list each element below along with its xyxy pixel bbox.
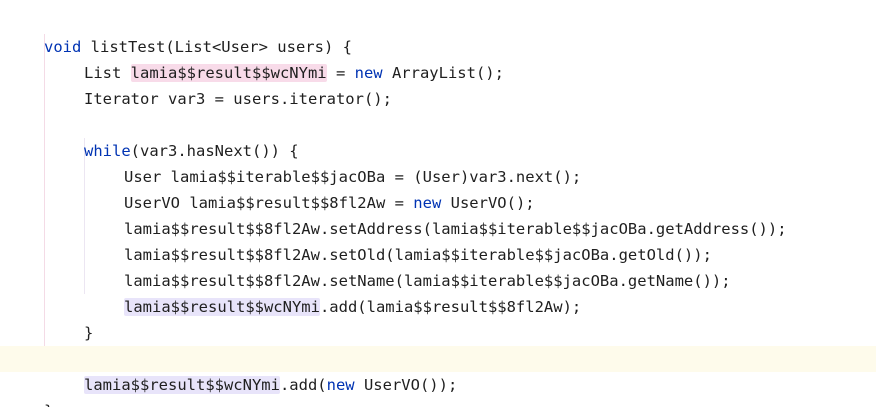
code-line-11: lamia$$result$$wcNYmi.add(lamia$$result$… — [0, 268, 876, 316]
closing-brace-method: } — [44, 398, 53, 407]
iterator-statement: Iterator var3 = users.iterator(); — [84, 90, 392, 108]
code-line-9: lamia$$result$$8fl2Aw.setOld(lamia$$iter… — [0, 216, 876, 264]
code-line-3: Iterator var3 = users.iterator(); — [0, 60, 876, 108]
code-line-5: while(var3.hasNext()) { — [0, 112, 876, 160]
code-line-15: } — [0, 372, 876, 407]
code-line-8: lamia$$result$$8fl2Aw.setAddress(lamia$$… — [0, 190, 876, 238]
code-line-2: List lamia$$result$$wcNYmi = new ArrayLi… — [0, 34, 876, 82]
code-line-14-current: lamia$$result$$wcNYmi.add(new UserVO()); — [0, 346, 876, 394]
code-line-10: lamia$$result$$8fl2Aw.setName(lamia$$ite… — [0, 242, 876, 290]
code-line-7: UserVO lamia$$result$$8fl2Aw = new UserV… — [0, 164, 876, 212]
closing-brace-while: } — [84, 324, 94, 342]
code-line-6: User lamia$$iterable$$jacOBa = (User)var… — [0, 138, 876, 186]
code-editor[interactable]: void listTest(List<User> users) { List l… — [0, 0, 876, 407]
code-line-12: } — [0, 294, 876, 342]
code-line-1: void listTest(List<User> users) { — [0, 8, 876, 56]
